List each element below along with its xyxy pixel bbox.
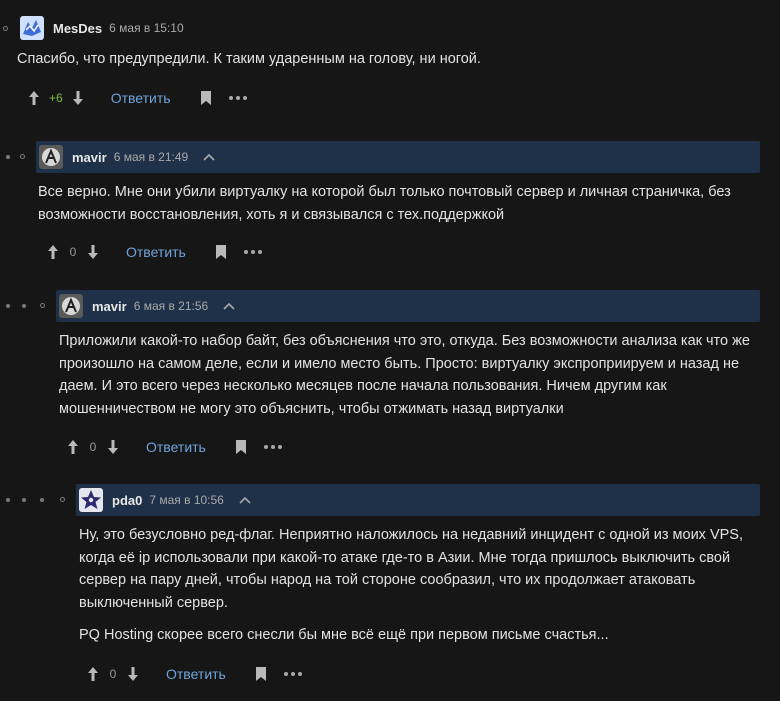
comment-time[interactable]: 7 мая в 10:56 xyxy=(149,493,224,507)
comment-header: pda0 7 мая в 10:56 xyxy=(76,484,760,516)
avatar-mavir-icon[interactable] xyxy=(59,294,83,318)
upvote-arrow-icon[interactable] xyxy=(66,438,80,456)
username[interactable]: mavir xyxy=(92,299,127,314)
thread-line-marker[interactable] xyxy=(60,497,65,502)
more-options-icon[interactable] xyxy=(263,438,282,456)
comment-header: MesDes 6 мая в 15:10 xyxy=(17,12,762,44)
more-options-icon[interactable] xyxy=(228,89,247,107)
comment-text: Спасибо, что предупредили. К таким ударе… xyxy=(17,51,481,67)
comment-body: Спасибо, что предупредили. К таким ударе… xyxy=(17,48,762,71)
comment-actions: +6 Ответить xyxy=(27,87,762,109)
bookmark-icon[interactable] xyxy=(199,89,213,107)
comment-text: Все верно. Мне они убили виртуалку на ко… xyxy=(38,184,731,223)
more-options-icon[interactable] xyxy=(243,243,262,261)
comments-thread: MesDes 6 мая в 15:10 Спасибо, что предуп… xyxy=(0,0,780,701)
thread-line-marker[interactable] xyxy=(3,26,8,31)
reply-button[interactable]: Ответить xyxy=(166,666,226,682)
username[interactable]: MesDes xyxy=(53,21,102,36)
comment-body: Все верно. Мне они убили виртуалку на ко… xyxy=(38,181,760,226)
upvote-arrow-icon[interactable] xyxy=(46,243,60,261)
comment-time[interactable]: 6 мая в 15:10 xyxy=(109,21,184,35)
comment-text: Приложили какой-то набор байт, без объяс… xyxy=(59,333,750,417)
bookmark-icon[interactable] xyxy=(234,438,248,456)
avatar-pda0-icon[interactable] xyxy=(79,488,103,512)
avatar-mesdes-icon[interactable] xyxy=(20,16,44,40)
downvote-arrow-icon[interactable] xyxy=(126,665,140,683)
thread-line-marker[interactable] xyxy=(6,304,10,308)
comment-score: +6 xyxy=(49,90,63,105)
comment-header: mavir 6 мая в 21:56 xyxy=(56,290,760,322)
thread-line-marker[interactable] xyxy=(22,304,26,308)
more-options-icon[interactable] xyxy=(283,665,302,683)
upvote-arrow-icon[interactable] xyxy=(27,89,41,107)
chevron-up-icon[interactable] xyxy=(202,150,216,164)
downvote-arrow-icon[interactable] xyxy=(86,243,100,261)
comment-actions: 0 Ответить xyxy=(46,241,760,263)
comment-text: PQ Hosting скорее всего снесли бы мне вс… xyxy=(79,627,609,643)
reply-button[interactable]: Ответить xyxy=(111,90,171,106)
comment-header: mavir 6 мая в 21:49 xyxy=(36,141,760,173)
comment-actions: 0 Ответить xyxy=(86,663,760,685)
reply-button[interactable]: Ответить xyxy=(146,439,206,455)
thread-line-marker[interactable] xyxy=(40,498,44,502)
thread-line-marker[interactable] xyxy=(40,303,45,308)
comment: MesDes 6 мая в 15:10 Спасибо, что предуп… xyxy=(17,12,762,109)
chevron-up-icon[interactable] xyxy=(222,299,236,313)
comment-body: Приложили какой-то набор байт, без объяс… xyxy=(59,330,760,420)
reply-button[interactable]: Ответить xyxy=(126,244,186,260)
thread-line-marker[interactable] xyxy=(20,154,25,159)
comment-body: Ну, это безусловно ред-флаг. Неприятно н… xyxy=(79,524,760,647)
comment-time[interactable]: 6 мая в 21:56 xyxy=(134,299,209,313)
comment-time[interactable]: 6 мая в 21:49 xyxy=(114,150,189,164)
comment-text: Ну, это безусловно ред-флаг. Неприятно н… xyxy=(79,527,743,611)
thread-line-marker[interactable] xyxy=(6,498,10,502)
comment-score: 0 xyxy=(89,440,97,454)
upvote-arrow-icon[interactable] xyxy=(86,665,100,683)
thread-line-marker[interactable] xyxy=(22,498,26,502)
bookmark-icon[interactable] xyxy=(254,665,268,683)
avatar-mavir-icon[interactable] xyxy=(39,145,63,169)
thread-line-marker[interactable] xyxy=(6,155,10,159)
chevron-up-icon[interactable] xyxy=(238,493,252,507)
comment: mavir 6 мая в 21:56 Приложили какой-то н… xyxy=(56,290,760,458)
username[interactable]: pda0 xyxy=(112,493,142,508)
comment-score: 0 xyxy=(69,245,77,259)
comment: mavir 6 мая в 21:49 Все верно. Мне они у… xyxy=(36,141,760,263)
comment-actions: 0 Ответить xyxy=(66,436,760,458)
downvote-arrow-icon[interactable] xyxy=(106,438,120,456)
downvote-arrow-icon[interactable] xyxy=(71,89,85,107)
bookmark-icon[interactable] xyxy=(214,243,228,261)
comment: pda0 7 мая в 10:56 Ну, это безусловно ре… xyxy=(76,484,760,685)
comment-score: 0 xyxy=(109,666,117,681)
username[interactable]: mavir xyxy=(72,150,107,165)
